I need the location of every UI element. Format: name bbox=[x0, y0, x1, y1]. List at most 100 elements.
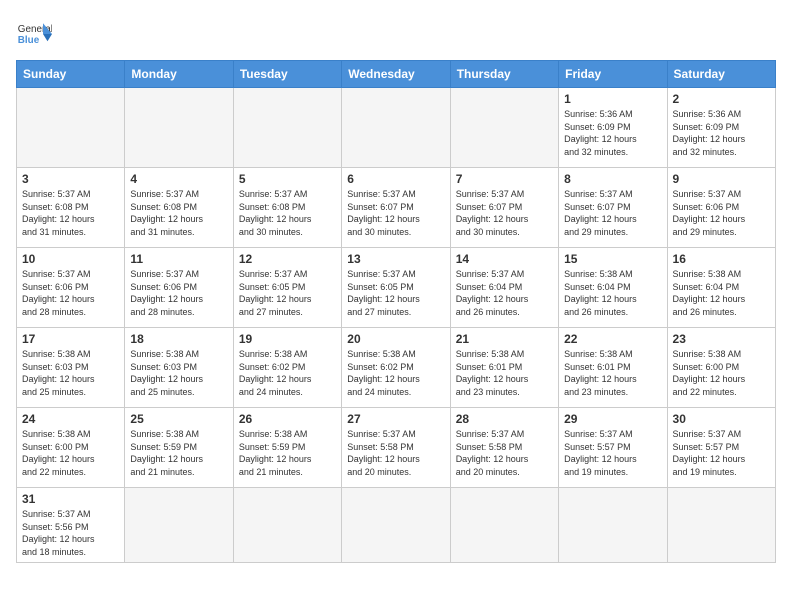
day-number: 31 bbox=[22, 492, 119, 506]
calendar-cell: 15Sunrise: 5:38 AM Sunset: 6:04 PM Dayli… bbox=[559, 248, 667, 328]
day-info: Sunrise: 5:38 AM Sunset: 6:03 PM Dayligh… bbox=[130, 348, 227, 398]
calendar-cell: 20 Sunrise: 5:38 AM Sunset: 6:02 PM Dayli… bbox=[342, 328, 450, 408]
day-number: 2 bbox=[673, 92, 770, 106]
logo: General Blue bbox=[16, 16, 52, 52]
day-info: Sunrise: 5:38 AM Sunset: 6:02 PM Dayligh… bbox=[347, 348, 444, 398]
day-number: 18 bbox=[130, 332, 227, 346]
day-number: 20 bbox=[347, 332, 444, 346]
day-info: Sunrise: 5:37 AM Sunset: 6:06 PM Dayligh… bbox=[130, 268, 227, 318]
day-info: Sunrise: 5:37 AM Sunset: 5:57 PM Dayligh… bbox=[564, 428, 661, 478]
column-header-monday: Monday bbox=[125, 61, 233, 88]
calendar-week-row: 3 Sunrise: 5:37 AM Sunset: 6:08 PM Daylig… bbox=[17, 168, 776, 248]
column-header-friday: Friday bbox=[559, 61, 667, 88]
day-info: Sunrise: 5:38 AM Sunset: 6:02 PM Dayligh… bbox=[239, 348, 336, 398]
calendar-week-row: 17 Sunrise: 5:38 AM Sunset: 6:03 PM Dayli… bbox=[17, 328, 776, 408]
calendar-cell bbox=[450, 488, 558, 563]
day-info: Sunrise: 5:37 AM Sunset: 6:08 PM Dayligh… bbox=[130, 188, 227, 238]
calendar-cell bbox=[342, 88, 450, 168]
day-info: Sunrise: 5:38 AM Sunset: 6:03 PM Dayligh… bbox=[22, 348, 119, 398]
calendar-cell: 7 Sunrise: 5:37 AM Sunset: 6:07 PM Daylig… bbox=[450, 168, 558, 248]
day-number: 13 bbox=[347, 252, 444, 266]
calendar-cell: 26 Sunrise: 5:38 AM Sunset: 5:59 PM Dayli… bbox=[233, 408, 341, 488]
day-number: 17 bbox=[22, 332, 119, 346]
day-number: 7 bbox=[456, 172, 553, 186]
day-info: Sunrise: 5:36 AM Sunset: 6:09 PM Dayligh… bbox=[564, 108, 661, 158]
calendar-cell: 29 Sunrise: 5:37 AM Sunset: 5:57 PM Dayli… bbox=[559, 408, 667, 488]
day-number: 12 bbox=[239, 252, 336, 266]
day-number: 9 bbox=[673, 172, 770, 186]
day-info: Sunrise: 5:38 AM Sunset: 6:01 PM Dayligh… bbox=[564, 348, 661, 398]
day-info: Sunrise: 5:37 AM Sunset: 6:04 PM Dayligh… bbox=[456, 268, 553, 318]
calendar-week-row: 31 Sunrise: 5:37 AM Sunset: 5:56 PM Dayli… bbox=[17, 488, 776, 563]
calendar-cell: 2 Sunrise: 5:36 AM Sunset: 6:09 PM Daylig… bbox=[667, 88, 775, 168]
day-number: 26 bbox=[239, 412, 336, 426]
calendar-cell: 17 Sunrise: 5:38 AM Sunset: 6:03 PM Dayli… bbox=[17, 328, 125, 408]
day-info: Sunrise: 5:37 AM Sunset: 6:07 PM Dayligh… bbox=[456, 188, 553, 238]
day-number: 6 bbox=[347, 172, 444, 186]
column-header-sunday: Sunday bbox=[17, 61, 125, 88]
calendar-cell: 12 Sunrise: 5:37 AM Sunset: 6:05 PM Dayli… bbox=[233, 248, 341, 328]
logo-icon: General Blue bbox=[16, 16, 52, 52]
day-number: 30 bbox=[673, 412, 770, 426]
calendar-cell: 16Sunrise: 5:38 AM Sunset: 6:04 PM Dayli… bbox=[667, 248, 775, 328]
calendar-cell: 21 Sunrise: 5:38 AM Sunset: 6:01 PM Dayli… bbox=[450, 328, 558, 408]
column-header-saturday: Saturday bbox=[667, 61, 775, 88]
calendar-cell bbox=[125, 488, 233, 563]
day-info: Sunrise: 5:37 AM Sunset: 6:05 PM Dayligh… bbox=[347, 268, 444, 318]
day-number: 28 bbox=[456, 412, 553, 426]
calendar-cell bbox=[559, 488, 667, 563]
day-info: Sunrise: 5:37 AM Sunset: 5:58 PM Dayligh… bbox=[347, 428, 444, 478]
calendar-cell: 18 Sunrise: 5:38 AM Sunset: 6:03 PM Dayli… bbox=[125, 328, 233, 408]
day-number: 8 bbox=[564, 172, 661, 186]
day-info: Sunrise: 5:38 AM Sunset: 5:59 PM Dayligh… bbox=[239, 428, 336, 478]
calendar-cell: 8 Sunrise: 5:37 AM Sunset: 6:07 PM Daylig… bbox=[559, 168, 667, 248]
day-info: Sunrise: 5:38 AM Sunset: 5:59 PM Dayligh… bbox=[130, 428, 227, 478]
day-number: 29 bbox=[564, 412, 661, 426]
calendar-cell: 24Sunrise: 5:38 AM Sunset: 6:00 PM Dayli… bbox=[17, 408, 125, 488]
day-number: 14 bbox=[456, 252, 553, 266]
calendar-cell: 31 Sunrise: 5:37 AM Sunset: 5:56 PM Dayli… bbox=[17, 488, 125, 563]
day-info: Sunrise: 5:37 AM Sunset: 5:58 PM Dayligh… bbox=[456, 428, 553, 478]
day-info: Sunrise: 5:37 AM Sunset: 6:07 PM Dayligh… bbox=[564, 188, 661, 238]
day-info: Sunrise: 5:37 AM Sunset: 5:57 PM Dayligh… bbox=[673, 428, 770, 478]
day-info: Sunrise: 5:37 AM Sunset: 5:56 PM Dayligh… bbox=[22, 508, 119, 558]
calendar-cell: 5Sunrise: 5:37 AM Sunset: 6:08 PM Daylig… bbox=[233, 168, 341, 248]
day-number: 22 bbox=[564, 332, 661, 346]
calendar-cell bbox=[17, 88, 125, 168]
calendar-cell: 13 Sunrise: 5:37 AM Sunset: 6:05 PM Dayli… bbox=[342, 248, 450, 328]
calendar-cell: 25Sunrise: 5:38 AM Sunset: 5:59 PM Dayli… bbox=[125, 408, 233, 488]
calendar-cell bbox=[233, 88, 341, 168]
day-number: 16 bbox=[673, 252, 770, 266]
day-info: Sunrise: 5:38 AM Sunset: 6:04 PM Dayligh… bbox=[564, 268, 661, 318]
calendar-cell bbox=[667, 488, 775, 563]
day-number: 24 bbox=[22, 412, 119, 426]
calendar-cell: 30 Sunrise: 5:37 AM Sunset: 5:57 PM Dayli… bbox=[667, 408, 775, 488]
day-info: Sunrise: 5:37 AM Sunset: 6:08 PM Dayligh… bbox=[239, 188, 336, 238]
calendar-cell: 11 Sunrise: 5:37 AM Sunset: 6:06 PM Dayli… bbox=[125, 248, 233, 328]
day-info: Sunrise: 5:37 AM Sunset: 6:08 PM Dayligh… bbox=[22, 188, 119, 238]
calendar-header-row: SundayMondayTuesdayWednesdayThursdayFrid… bbox=[17, 61, 776, 88]
day-number: 3 bbox=[22, 172, 119, 186]
page-header: General Blue bbox=[16, 16, 776, 52]
calendar-week-row: 10Sunrise: 5:37 AM Sunset: 6:06 PM Dayli… bbox=[17, 248, 776, 328]
day-info: Sunrise: 5:38 AM Sunset: 6:00 PM Dayligh… bbox=[673, 348, 770, 398]
day-info: Sunrise: 5:38 AM Sunset: 6:01 PM Dayligh… bbox=[456, 348, 553, 398]
day-info: Sunrise: 5:36 AM Sunset: 6:09 PM Dayligh… bbox=[673, 108, 770, 158]
day-number: 11 bbox=[130, 252, 227, 266]
calendar-cell: 19 Sunrise: 5:38 AM Sunset: 6:02 PM Dayli… bbox=[233, 328, 341, 408]
calendar-cell: 6 Sunrise: 5:37 AM Sunset: 6:07 PM Daylig… bbox=[342, 168, 450, 248]
day-number: 19 bbox=[239, 332, 336, 346]
day-number: 21 bbox=[456, 332, 553, 346]
calendar-cell bbox=[125, 88, 233, 168]
calendar-cell: 3 Sunrise: 5:37 AM Sunset: 6:08 PM Daylig… bbox=[17, 168, 125, 248]
day-info: Sunrise: 5:37 AM Sunset: 6:05 PM Dayligh… bbox=[239, 268, 336, 318]
calendar-cell: 28 Sunrise: 5:37 AM Sunset: 5:58 PM Dayli… bbox=[450, 408, 558, 488]
calendar-cell bbox=[342, 488, 450, 563]
day-number: 23 bbox=[673, 332, 770, 346]
column-header-tuesday: Tuesday bbox=[233, 61, 341, 88]
calendar-cell: 27 Sunrise: 5:37 AM Sunset: 5:58 PM Dayli… bbox=[342, 408, 450, 488]
calendar-table: SundayMondayTuesdayWednesdayThursdayFrid… bbox=[16, 60, 776, 563]
calendar-cell: 22 Sunrise: 5:38 AM Sunset: 6:01 PM Dayli… bbox=[559, 328, 667, 408]
day-number: 27 bbox=[347, 412, 444, 426]
day-info: Sunrise: 5:37 AM Sunset: 6:07 PM Dayligh… bbox=[347, 188, 444, 238]
